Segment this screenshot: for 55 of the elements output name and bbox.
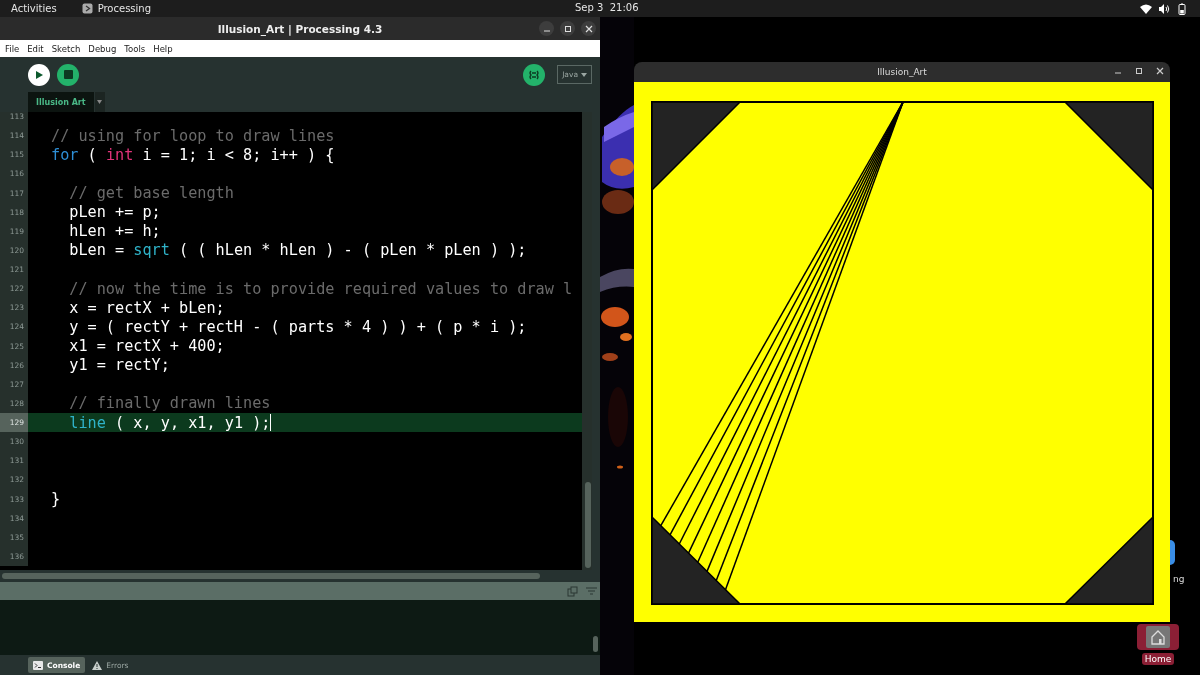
code-line: hLen += h; (68, 221, 162, 241)
play-icon (34, 69, 44, 80)
menu-item[interactable]: Help (151, 43, 179, 54)
menu-item[interactable]: File (3, 43, 26, 54)
house-icon (1146, 626, 1170, 648)
editor-tab[interactable]: Illusion Art (28, 92, 94, 112)
wifi-icon[interactable] (1140, 2, 1152, 15)
code-line: pLen += p; (68, 202, 162, 222)
icon-highlight[interactable] (1137, 624, 1179, 650)
app-icon (81, 3, 93, 14)
code-line: for ( int i = 1; i < 8; i++ ) { (50, 145, 336, 165)
app-icon[interactable] (1170, 540, 1175, 565)
code-line: x = rectX + bLen; (68, 298, 226, 318)
close-icon[interactable] (1156, 67, 1164, 75)
close-icon (584, 24, 593, 33)
code-line: // now the time is to provide required values to draw l (68, 279, 574, 299)
maximize-button[interactable] (560, 21, 575, 36)
window-title: Illusion_Art | Processing 4.3 (217, 22, 383, 35)
menu-item[interactable]: Edit (25, 43, 50, 54)
activities-button[interactable]: Activities (11, 3, 57, 14)
menu-item[interactable]: Sketch (49, 43, 87, 54)
menu-item[interactable]: Tools (122, 43, 152, 54)
warning-icon (92, 660, 103, 670)
close-button[interactable] (581, 21, 596, 36)
window-title: Illusion_Art (877, 67, 927, 77)
code-line: y1 = rectY; (68, 355, 171, 375)
code-line: // finally drawn lines (68, 393, 272, 413)
clock[interactable]: Sep 3 21:06 (575, 2, 639, 13)
minimize-button[interactable] (539, 21, 554, 36)
stop-button[interactable] (57, 63, 79, 86)
code-editor[interactable] (0, 112, 582, 570)
volume-icon[interactable] (1158, 2, 1170, 15)
code-line: } (50, 489, 62, 509)
stop-icon (63, 70, 73, 79)
scrollbar-thumb[interactable] (593, 636, 598, 652)
code-line: x1 = rectX + 400; (68, 336, 226, 356)
icon-label[interactable]: ng (1170, 573, 1188, 585)
caret-icon (581, 72, 587, 77)
scrollbar-thumb[interactable] (585, 482, 591, 568)
code-line: // get base length (68, 183, 235, 203)
battery-icon[interactable] (1176, 2, 1188, 15)
app-menu-label[interactable]: Processing (97, 3, 152, 14)
maximize-icon (563, 24, 572, 33)
run-button[interactable] (28, 63, 50, 86)
code-line: bLen = sqrt ( ( hLen * hLen ) - ( pLen * pLen ) ); (68, 240, 528, 260)
caret-icon (97, 100, 103, 104)
code-line: y = ( rectY + rectH - ( parts * 4 ) ) + ( p * i ); (68, 317, 528, 337)
scrollbar-thumb[interactable] (2, 573, 540, 579)
debug-button[interactable] (523, 63, 546, 86)
maximize-icon[interactable] (1135, 67, 1143, 75)
terminal-icon (33, 660, 43, 670)
icon-label[interactable]: Home (1141, 653, 1175, 665)
menu-item[interactable]: Debug (86, 43, 123, 54)
tab-menu-button[interactable] (94, 92, 105, 112)
code-line: // using for loop to draw lines (50, 126, 336, 146)
